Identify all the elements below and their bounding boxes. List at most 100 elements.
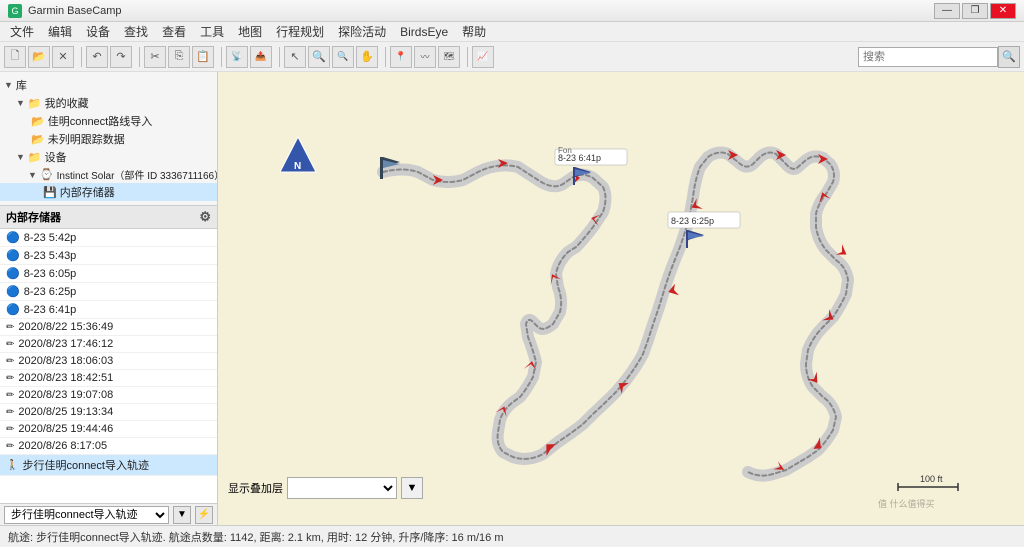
menu-map[interactable]: 地图	[232, 21, 268, 42]
toolbar-track[interactable]: 🗺	[438, 46, 460, 68]
track-label: 8-23 5:42p	[24, 232, 77, 244]
toolbar-zoom-in[interactable]: 🔍	[308, 46, 330, 68]
toolbar-pan[interactable]: ✋	[356, 46, 378, 68]
track-icon: 🔵	[6, 285, 20, 298]
tree-devices[interactable]: ▼ 📁 设备	[0, 148, 217, 166]
overlay-dropdown-btn[interactable]: ▼	[401, 477, 423, 499]
connect-routes-icon: 📂	[31, 115, 45, 128]
toolbar: 🗋 📂 ✕ ↶ ↷ ✂ ⎘ 📋 📡 📤 ↖ 🔍 🔍 ✋ 📍 〰 🗺 📈 🔍	[0, 42, 1024, 72]
track-select-dropdown[interactable]: 步行佳明connect导入轨迹	[4, 506, 169, 524]
toolbar-pointer[interactable]: ↖	[284, 46, 306, 68]
track-icon: ✏	[6, 322, 14, 333]
track-label: 2020/8/23 19:07:08	[18, 389, 113, 401]
restore-button[interactable]: ❐	[962, 3, 988, 19]
toolbar-sep2	[136, 47, 140, 67]
left-panel: ▼ 库 ▼ 📁 我的收藏 📂 佳明connect路线导入 📂 未列明跟踪数据	[0, 72, 218, 525]
list-item[interactable]: ✏ 2020/8/23 18:42:51	[0, 370, 217, 387]
my-collection-arrow: ▼	[16, 98, 25, 108]
toolbar-cut[interactable]: ✂	[144, 46, 166, 68]
toolbar-open[interactable]: 📂	[28, 46, 50, 68]
list-item[interactable]: ✏ 2020/8/26 8:17:05	[0, 438, 217, 455]
track-icon: 🔵	[6, 303, 20, 316]
toolbar-sep3	[218, 47, 222, 67]
list-item-walk[interactable]: 🚶 步行佳明connect导入轨迹	[0, 455, 217, 476]
tree-my-collection[interactable]: ▼ 📁 我的收藏	[0, 94, 217, 112]
app-container: G Garmin BaseCamp — ❐ ✕ 文件 编辑 设备 查找 查看 工…	[0, 0, 1024, 547]
menu-device[interactable]: 设备	[80, 21, 116, 42]
toolbar-route[interactable]: 〰	[414, 46, 436, 68]
track-icon: ✏	[6, 424, 14, 435]
overlay-control: 显示叠加层 ▼	[228, 477, 423, 499]
toolbar-redo[interactable]: ↷	[110, 46, 132, 68]
menu-view[interactable]: 查看	[156, 21, 192, 42]
toolbar-undo[interactable]: ↶	[86, 46, 108, 68]
list-item[interactable]: ✏ 2020/8/25 19:13:34	[0, 404, 217, 421]
track-filter-button[interactable]: ▼	[173, 506, 191, 524]
toolbar-zoom-out[interactable]: 🔍	[332, 46, 354, 68]
tree-internal-storage[interactable]: 💾 内部存储器	[0, 183, 217, 201]
list-item[interactable]: 🔵 8-23 6:41p	[0, 301, 217, 319]
track-label: 2020/8/25 19:44:46	[18, 423, 113, 435]
menu-bar: 文件 编辑 设备 查找 查看 工具 地图 行程规划 探险活动 BirdsEye …	[0, 22, 1024, 42]
toolbar-new[interactable]: 🗋	[4, 46, 26, 68]
instinct-icon: ⌚	[40, 168, 54, 181]
track-label: 2020/8/23 18:06:03	[18, 355, 113, 367]
list-item[interactable]: 🔵 8-23 6:25p	[0, 283, 217, 301]
search-button[interactable]: 🔍	[998, 46, 1020, 68]
map-area[interactable]: 8-23 6:41p Fon 8-23 6:25p N	[218, 72, 1024, 525]
track-label: 2020/8/25 19:13:34	[18, 406, 113, 418]
track-options-button[interactable]: ⚡	[195, 506, 213, 524]
svg-text:100 ft: 100 ft	[920, 474, 943, 484]
toolbar-find-device[interactable]: 📡	[226, 46, 248, 68]
toolbar-profile[interactable]: 📈	[472, 46, 494, 68]
list-item[interactable]: 🔵 8-23 6:05p	[0, 265, 217, 283]
gear-icon[interactable]: ⚙	[199, 209, 211, 225]
toolbar-close[interactable]: ✕	[52, 46, 74, 68]
tree-lib-label: 库	[16, 77, 27, 93]
list-item[interactable]: ✏ 2020/8/25 19:44:46	[0, 421, 217, 438]
track-label: 步行佳明connect导入轨迹	[22, 457, 149, 473]
menu-help[interactable]: 帮助	[456, 21, 492, 42]
instinct-label: Instinct Solar（部件 ID 3336711166）…	[57, 167, 217, 182]
track-label: 8-23 6:41p	[24, 304, 77, 316]
overlay-select[interactable]	[287, 477, 397, 499]
track-label: 8-23 6:25p	[24, 286, 77, 298]
menu-edit[interactable]: 编辑	[42, 21, 78, 42]
devices-icon: 📁	[28, 151, 42, 164]
map-svg: 8-23 6:41p Fon 8-23 6:25p N	[218, 72, 1024, 525]
list-item[interactable]: ✏ 2020/8/23 17:46:12	[0, 336, 217, 353]
close-button[interactable]: ✕	[990, 3, 1016, 19]
internal-icon: 💾	[43, 186, 57, 199]
track-icon: 🔵	[6, 231, 20, 244]
panel-title: 内部存储器	[6, 209, 61, 225]
tree-instinct[interactable]: ▼ ⌚ Instinct Solar（部件 ID 3336711166）…	[0, 166, 217, 183]
devices-arrow: ▼	[16, 152, 25, 162]
menu-birdseye[interactable]: BirdsEye	[394, 23, 454, 41]
tree-unlisted[interactable]: 📂 未列明跟踪数据	[0, 130, 217, 148]
minimize-button[interactable]: —	[934, 3, 960, 19]
status-bar: 航途: 步行佳明connect导入轨迹. 航途点数量: 1142, 距离: 2.…	[0, 525, 1024, 547]
menu-file[interactable]: 文件	[4, 21, 40, 42]
track-icon: ✏	[6, 407, 14, 418]
toolbar-copy[interactable]: ⎘	[168, 46, 190, 68]
menu-tools[interactable]: 工具	[194, 21, 230, 42]
menu-adventure[interactable]: 探险活动	[332, 21, 392, 42]
toolbar-paste[interactable]: 📋	[192, 46, 214, 68]
list-item[interactable]: 🔵 8-23 5:43p	[0, 247, 217, 265]
toolbar-send-device[interactable]: 📤	[250, 46, 272, 68]
tree-connect-routes[interactable]: 📂 佳明connect路线导入	[0, 112, 217, 130]
svg-text:值 什么值得买: 值 什么值得买	[878, 498, 935, 509]
list-item[interactable]: ✏ 2020/8/23 18:06:03	[0, 353, 217, 370]
overlay-label: 显示叠加层	[228, 480, 283, 496]
list-item[interactable]: 🔵 8-23 5:42p	[0, 229, 217, 247]
list-item[interactable]: ✏ 2020/8/23 19:07:08	[0, 387, 217, 404]
list-item[interactable]: ✏ 2020/8/22 15:36:49	[0, 319, 217, 336]
menu-find[interactable]: 查找	[118, 21, 154, 42]
title-bar-left: G Garmin BaseCamp	[8, 4, 122, 18]
menu-trip[interactable]: 行程规划	[270, 21, 330, 42]
toolbar-waypoint[interactable]: 📍	[390, 46, 412, 68]
track-label: 2020/8/23 17:46:12	[18, 338, 113, 350]
svg-text:N: N	[294, 161, 301, 172]
track-icon: ✏	[6, 356, 14, 367]
search-input[interactable]	[858, 47, 998, 67]
